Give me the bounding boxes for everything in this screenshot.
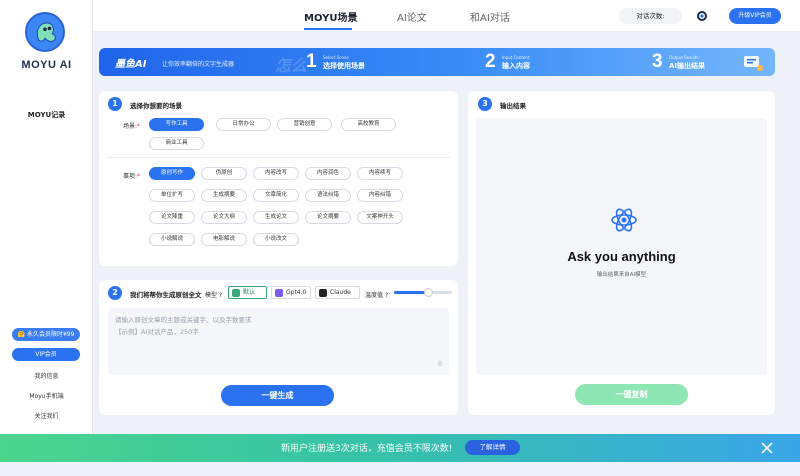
generate-button[interactable]: 一键生成: [221, 385, 334, 406]
section-number-2: 2: [108, 286, 122, 300]
banner-decoration-icon: [741, 53, 765, 73]
item-chip-rewrite[interactable]: 内容改写: [253, 167, 299, 180]
temperature-label: 温度值 ?: [365, 292, 389, 299]
item-chip-polish[interactable]: 内容润色: [305, 167, 351, 180]
item-label-text: 事项:: [123, 173, 138, 180]
banner-watermark: 怎么: [275, 56, 308, 75]
required-mark: *: [137, 173, 141, 180]
steps-banner: 墨鱼AI 让你效率翻倍的文字生成器 怎么 1 Select Scene 选择使用…: [99, 48, 775, 76]
claude-model-icon: [319, 289, 327, 297]
model-label: 模型 ?: [205, 292, 223, 299]
vip-member-button[interactable]: VIP会员: [12, 348, 80, 361]
top-nav: MOYU场景 AI论文 和AI对话 对话次数: 升级VIP会员: [93, 0, 800, 32]
item-chip-content-fix[interactable]: 内容纠错: [357, 189, 403, 202]
scene-chip-education[interactable]: 高校教育: [341, 118, 396, 131]
lifetime-member-label: 永久会员限时¥99: [26, 331, 75, 338]
sidebar-link-my-info[interactable]: 我的信息: [0, 371, 93, 380]
item-chip-grammar[interactable]: 语法纠错: [305, 189, 351, 202]
sidebar-link-follow-us[interactable]: 关注我们: [0, 411, 93, 420]
default-model-icon: [232, 289, 240, 297]
input-placeholder-line-1: 请输入原创文章的主题或关键字、以及字数要求: [115, 316, 252, 324]
scene-chip-office[interactable]: 日常办公: [216, 118, 271, 131]
item-chip-expand[interactable]: 单位扩写: [149, 189, 195, 202]
model-option-gpt4[interactable]: Gpt4.0: [271, 286, 311, 299]
output-subtext: 输出结果来自AI模型: [596, 272, 647, 278]
output-card-title: 输出结果: [500, 102, 526, 110]
step-2-number: 2: [485, 51, 496, 72]
item-chip-continue[interactable]: 内容续写: [357, 167, 403, 180]
content-input[interactable]: 请输入原创文章的主题或关键字、以及字数要求 【示例】AI对话产品，250字 0: [108, 308, 449, 375]
item-chip-novel-commentary[interactable]: 小说解说: [149, 233, 195, 246]
scene-row-label: 场景:*: [123, 121, 140, 130]
gpt4-model-icon: [275, 289, 283, 297]
learn-more-button[interactable]: 了解详情: [465, 440, 520, 455]
temperature-slider-handle[interactable]: [424, 288, 434, 297]
scene-card: 1 选择你想要的场景 场景:* 写作工具 日常办公 营销创意 高校教育 商业工具…: [99, 91, 458, 266]
sidebar: MOYU AI MOYU记录 🤗 永久会员限时¥99 VIP会员 我的信息 Mo…: [0, 0, 93, 476]
sidebar-link-mobile[interactable]: Moyu手机端: [0, 391, 93, 400]
scene-card-title: 选择你想要的场景: [130, 102, 182, 110]
step-1-cn: 选择使用场景: [323, 62, 365, 70]
scene-divider: [107, 157, 450, 158]
step-2-cn: 输入内容: [502, 62, 530, 70]
section-number-3: 3: [478, 97, 492, 111]
item-chip-generate-paper[interactable]: 生成论文: [253, 211, 299, 224]
model-option-claude-label: Claude: [330, 289, 351, 296]
promo-text: 新用户注册送3次对话，充值会员不限次数!: [281, 444, 453, 454]
model-option-default[interactable]: 默认: [228, 286, 267, 299]
user-avatar-icon[interactable]: [696, 10, 708, 22]
upgrade-vip-button[interactable]: 升级VIP会员: [729, 8, 781, 24]
banner-title: 墨鱼AI: [115, 59, 147, 70]
close-icon[interactable]: [760, 441, 774, 455]
scene-chip-marketing[interactable]: 营销创意: [277, 118, 332, 131]
item-chip-novel-rewrite[interactable]: 小说改文: [253, 233, 299, 246]
bottom-strip: [0, 462, 800, 476]
lifetime-member-button[interactable]: 🤗 永久会员限时¥99: [12, 328, 80, 341]
item-chip-paper-outline[interactable]: 论文大纲: [201, 211, 247, 224]
scene-label-text: 场景:: [123, 123, 138, 130]
step-1-en: Select Scene: [323, 55, 349, 60]
item-chip-movie-commentary[interactable]: 电影解说: [201, 233, 247, 246]
input-card-title: 我们将帮你生成原创全文: [130, 291, 202, 299]
output-headline: Ask you anything: [567, 249, 676, 264]
item-chip-pseudo-original[interactable]: 伪原创: [201, 167, 247, 180]
step-3-en: Output Results: [669, 55, 699, 60]
scene-chip-writing[interactable]: 写作工具: [149, 118, 204, 131]
model-option-claude[interactable]: Claude: [315, 286, 360, 299]
item-chip-summary[interactable]: 生成摘要: [201, 189, 247, 202]
item-chip-copy-opening[interactable]: 文案神开头: [357, 211, 403, 224]
model-option-gpt4-label: Gpt4.0: [286, 289, 307, 296]
item-chip-paper-abstract[interactable]: 论文摘要: [305, 211, 351, 224]
item-chip-simplify[interactable]: 文章简化: [253, 189, 299, 202]
tab-moyu-scene[interactable]: MOYU场景: [304, 9, 357, 24]
active-tab-indicator: [304, 28, 352, 30]
banner-subtitle: 让你效率翻倍的文字生成器: [162, 61, 235, 68]
item-row-label: 事项:*: [123, 171, 140, 180]
input-card: 2 我们将帮你生成原创全文 模型 ? 默认 Gpt4.0 Claude 温度值 …: [99, 280, 458, 415]
copy-button[interactable]: 一键复制: [575, 384, 688, 405]
step-3-number: 3: [652, 51, 663, 72]
chat-count-badge: 对话次数:: [619, 8, 682, 24]
step-2-en: Input Content: [502, 55, 530, 60]
input-placeholder-line-2: 【示例】AI对话产品，250字: [115, 328, 199, 336]
brand-name: MOYU AI: [21, 59, 72, 71]
step-3-cn: AI输出结果: [669, 62, 706, 70]
tab-ai-paper[interactable]: AI论文: [397, 9, 427, 24]
temperature-slider[interactable]: [394, 288, 452, 297]
scene-chip-business[interactable]: 商业工具: [149, 137, 204, 150]
moyu-logo-icon[interactable]: [25, 12, 65, 52]
character-count: 0: [438, 361, 442, 368]
model-option-default-label: 默认: [243, 289, 256, 296]
tab-ai-chat[interactable]: 和AI对话: [470, 9, 510, 24]
sidebar-item-moyu-record[interactable]: MOYU记录: [0, 110, 93, 120]
item-chip-paper-dedup[interactable]: 论文降重: [149, 211, 195, 224]
promo-bar: 新用户注册送3次对话，充值会员不限次数! 了解详情: [0, 434, 800, 462]
output-card: 3 输出结果 Ask you anything 输出结果来自AI模型 一键复制: [468, 91, 775, 415]
atom-icon: [610, 206, 638, 234]
item-chip-original-writing[interactable]: 原创写作: [149, 167, 195, 180]
output-area: Ask you anything 输出结果来自AI模型: [476, 118, 767, 375]
required-mark: *: [137, 123, 141, 130]
section-number-1: 1: [108, 97, 122, 111]
step-1-number: 1: [306, 51, 317, 72]
